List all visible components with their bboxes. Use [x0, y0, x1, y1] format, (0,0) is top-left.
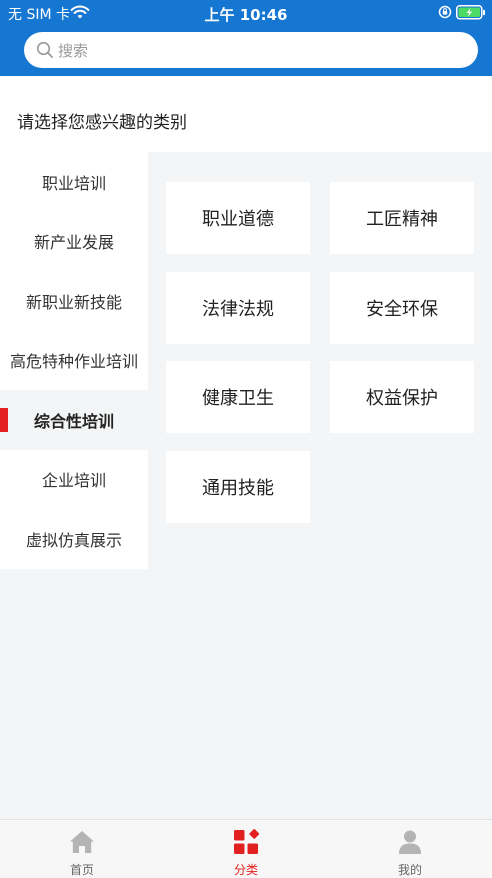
category-icon [234, 829, 260, 854]
category-tile-label: 职业道德 [202, 209, 274, 230]
orientation-lock-icon [438, 5, 452, 19]
category-tile-label: 权益保护 [366, 388, 438, 409]
tab-home[interactable]: 首页 [0, 820, 164, 878]
category-tile-professional-ethics[interactable]: 职业道德 [166, 182, 310, 254]
home-icon [70, 831, 94, 853]
category-tile-craftsmanship[interactable]: 工匠精神 [330, 182, 474, 254]
tab-profile[interactable]: 我的 [328, 820, 492, 878]
search-placeholder: 搜索 [58, 42, 89, 60]
sidebar-item-enterprise-training[interactable]: 企业培训 [0, 449, 148, 509]
sidebar-item-comprehensive-training[interactable]: 综合性培训 [0, 390, 148, 450]
category-tile-safety-environment[interactable]: 安全环保 [330, 272, 474, 344]
sidebar-item-label: 新职业新技能 [25, 292, 122, 312]
sidebar-item-label: 高危特种作业培训 [9, 352, 138, 372]
sidebar-item-label: 虚拟仿真展示 [25, 530, 122, 550]
sidebar-item-vocational-training[interactable]: 职业培训 [0, 152, 148, 212]
category-tile-rights-protection[interactable]: 权益保护 [330, 361, 474, 433]
tab-label: 首页 [69, 863, 94, 877]
sidebar-item-label: 职业培训 [41, 173, 106, 193]
battery-icon [456, 5, 485, 20]
tab-category[interactable]: 分类 [164, 820, 328, 878]
sidebar-item-label: 综合性培训 [33, 411, 114, 431]
category-tile-label: 工匠精神 [366, 209, 438, 230]
bottom-tab-bar: 首页 分类 我的 [0, 819, 492, 878]
tab-label: 分类 [233, 863, 258, 877]
category-tile-label: 安全环保 [366, 299, 438, 320]
category-tile-general-skills[interactable]: 通用技能 [166, 451, 310, 523]
user-icon [399, 830, 421, 854]
active-indicator [0, 408, 8, 432]
search-icon [36, 41, 53, 58]
sidebar-item-new-skills[interactable]: 新职业新技能 [0, 271, 148, 331]
category-tile-laws-regulations[interactable]: 法律法规 [166, 272, 310, 344]
sidebar-item-virtual-simulation[interactable]: 虚拟仿真展示 [0, 509, 148, 569]
status-time: 上午 10:46 [204, 6, 288, 24]
category-tile-label: 健康卫生 [202, 388, 274, 409]
sidebar-item-label: 企业培训 [41, 471, 106, 491]
category-sidebar: 职业培训 新产业发展 新职业新技能 高危特种作业培训 综合性培训 企业培训 虚拟… [0, 152, 148, 569]
category-tile-health-hygiene[interactable]: 健康卫生 [166, 361, 310, 433]
sidebar-item-label: 新产业发展 [33, 233, 114, 253]
category-tile-label: 通用技能 [202, 478, 274, 499]
app-header: 无 SIM 卡 上午 10:46 搜索 [0, 0, 492, 76]
status-bar: 无 SIM 卡 上午 10:46 [0, 0, 492, 26]
search-input[interactable]: 搜索 [24, 32, 478, 68]
sidebar-item-hazardous-work[interactable]: 高危特种作业培训 [0, 330, 148, 390]
sidebar-item-new-industry[interactable]: 新产业发展 [0, 211, 148, 271]
tab-label: 我的 [397, 863, 422, 877]
category-tile-label: 法律法规 [202, 299, 274, 320]
page-title: 请选择您感兴趣的类别 [17, 113, 187, 133]
